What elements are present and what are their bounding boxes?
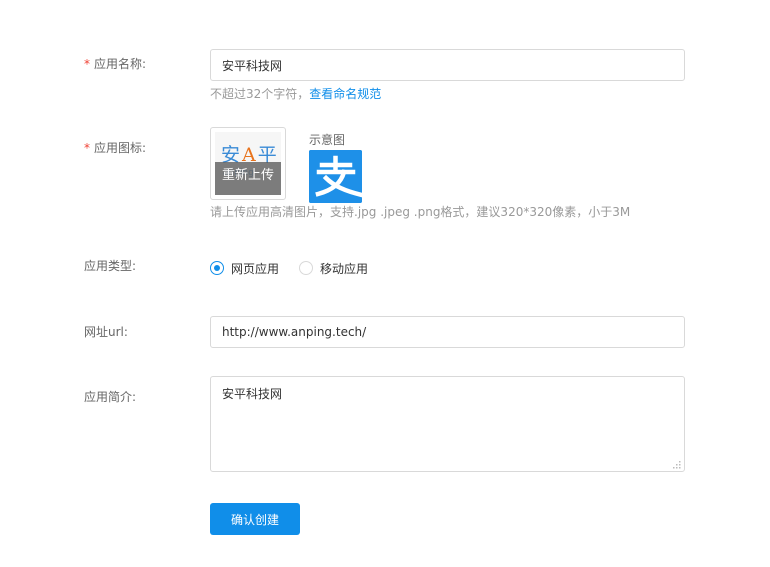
alipay-glyph-icon <box>309 150 362 203</box>
uploaded-logo-thumbnail: 安A平 anping 重新上传 <box>215 132 281 195</box>
app-type-radio-group: 网页应用 移动应用 <box>210 259 388 277</box>
reupload-button[interactable]: 重新上传 <box>215 162 281 195</box>
description-label: 应用简介: <box>84 390 137 404</box>
radio-mobile-app-circle[interactable] <box>299 261 314 275</box>
app-icon-label-text: 应用图标: <box>94 141 147 155</box>
radio-web-app-circle[interactable] <box>210 261 224 275</box>
app-name-hint-text: 不超过32个字符， <box>210 87 310 101</box>
radio-web-app-label: 网页应用 <box>231 261 280 276</box>
required-mark: * <box>84 57 90 71</box>
icon-upload-hint: 请上传应用高清图片，支持.jpg .jpeg .png格式，建议320*320像… <box>210 205 631 219</box>
alipay-icon <box>309 150 362 203</box>
icon-upload-box[interactable]: 安A平 anping 重新上传 <box>210 127 286 200</box>
app-name-label: * 应用名称: <box>84 55 146 73</box>
radio-mobile-app[interactable]: 移动应用 <box>299 260 368 277</box>
naming-rules-link[interactable]: 查看命名规范 <box>309 87 381 101</box>
url-input[interactable] <box>210 316 685 348</box>
required-mark: * <box>84 141 90 155</box>
radio-web-app[interactable]: 网页应用 <box>210 260 279 277</box>
example-label: 示意图 <box>309 133 346 147</box>
radio-mobile-app-label: 移动应用 <box>320 261 369 276</box>
app-name-hint: 不超过32个字符，查看命名规范 <box>210 86 381 102</box>
resize-handle-icon[interactable] <box>671 459 682 470</box>
app-type-label: 应用类型: <box>84 259 137 273</box>
description-textarea[interactable]: 安平科技网 <box>210 376 685 472</box>
app-name-label-text: 应用名称: <box>94 57 147 71</box>
app-name-input[interactable] <box>210 49 685 81</box>
url-label: 网址url: <box>84 325 128 339</box>
confirm-create-button[interactable]: 确认创建 <box>210 503 300 535</box>
app-icon-label: * 应用图标: <box>84 139 146 157</box>
